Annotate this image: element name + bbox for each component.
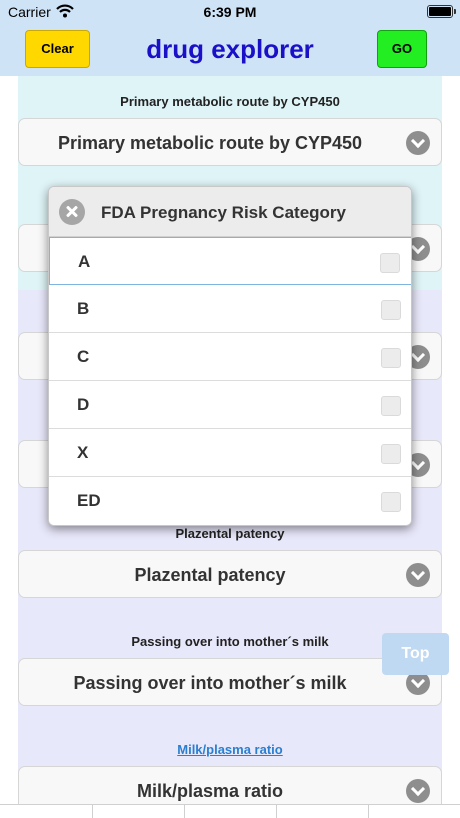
chevron-down-icon xyxy=(406,563,430,587)
select-value: Primary metabolic route by CYP450 xyxy=(57,133,363,153)
option-label: D xyxy=(77,395,90,414)
plazental-select[interactable]: Plazental patency xyxy=(18,550,442,598)
section-title: Passing over into mother´s milk xyxy=(131,634,329,649)
tab-divider xyxy=(92,805,93,818)
pregnancy-risk-picker: FDA Pregnancy Risk Category A B C D X ED xyxy=(48,186,412,526)
option-ed[interactable]: ED xyxy=(49,477,411,525)
picker-header: FDA Pregnancy Risk Category xyxy=(49,187,411,237)
milk-plasma-select[interactable]: Milk/plasma ratio xyxy=(18,766,442,804)
tab-divider xyxy=(276,805,277,818)
option-x[interactable]: X xyxy=(49,429,411,477)
option-label: B xyxy=(77,299,90,318)
status-bar: Carrier 6:39 PM xyxy=(0,0,460,24)
chevron-down-icon xyxy=(406,131,430,155)
scroll-top-button[interactable]: Top xyxy=(382,633,449,675)
checkbox[interactable] xyxy=(381,492,401,512)
section-title: Primary metabolic route by CYP450 xyxy=(120,94,340,109)
close-icon[interactable] xyxy=(59,199,85,225)
section-cyp450: Primary metabolic route by CYP450 Primar… xyxy=(18,76,442,182)
section-title: Plazental patency xyxy=(175,526,285,541)
tab-divider xyxy=(184,805,185,818)
section-milk-plasma: Milk/plasma ratio Milk/plasma ratio xyxy=(18,722,442,804)
option-d[interactable]: D xyxy=(49,381,411,429)
section-milk-passing: Passing over into mother´s milk Passing … xyxy=(18,614,442,722)
select-value: Milk/plasma ratio xyxy=(136,781,284,801)
option-label: X xyxy=(77,443,89,462)
milk-plasma-link[interactable]: Milk/plasma ratio xyxy=(18,742,442,757)
milk-passing-select[interactable]: Passing over into mother´s milk xyxy=(18,658,442,706)
clock: 6:39 PM xyxy=(203,4,257,20)
select-value: Plazental patency xyxy=(134,565,286,585)
option-a[interactable]: A xyxy=(49,237,411,285)
chevron-down-icon xyxy=(406,779,430,803)
checkbox[interactable] xyxy=(380,253,400,273)
option-b[interactable]: B xyxy=(49,285,411,333)
battery-icon xyxy=(427,5,456,18)
checkbox[interactable] xyxy=(381,396,401,416)
checkbox[interactable] xyxy=(381,300,401,320)
tab-bar xyxy=(0,804,460,818)
option-label: C xyxy=(77,347,90,366)
nav-bar: Clear drug explorer GO xyxy=(0,24,460,76)
option-label: A xyxy=(78,252,91,271)
option-label: ED xyxy=(77,491,101,510)
select-value: Passing over into mother´s milk xyxy=(73,673,347,693)
tab-divider xyxy=(368,805,369,818)
cyp450-select[interactable]: Primary metabolic route by CYP450 xyxy=(18,118,442,166)
picker-title: FDA Pregnancy Risk Category xyxy=(101,203,346,222)
option-c[interactable]: C xyxy=(49,333,411,381)
checkbox[interactable] xyxy=(381,348,401,368)
checkbox[interactable] xyxy=(381,444,401,464)
go-button[interactable]: GO xyxy=(377,30,427,68)
